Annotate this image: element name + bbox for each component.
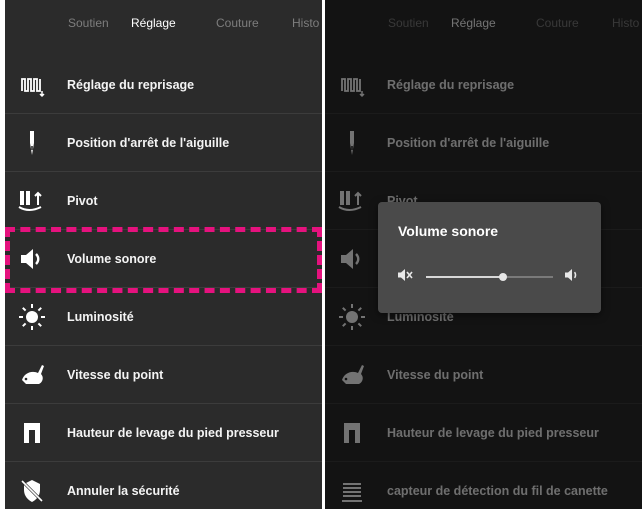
tab-reglage[interactable]: Réglage (131, 16, 176, 30)
tab-couture[interactable]: Couture (216, 16, 259, 30)
settings-item-pivot[interactable]: Pivot (5, 172, 322, 230)
mute-icon[interactable] (396, 266, 414, 284)
presser-foot-icon (16, 417, 48, 449)
brightness-icon (16, 301, 48, 333)
settings-item-label: Vitesse du point (67, 368, 164, 382)
rabbit-speed-icon (16, 359, 48, 391)
settings-item-volume-sonore[interactable]: Volume sonore (5, 230, 322, 288)
settings-item-position-d-arr-t-de-l-aiguille[interactable]: Position d'arrêt de l'aiguille (5, 114, 322, 172)
settings-item-vitesse-du-point[interactable]: Vitesse du point (5, 346, 322, 404)
settings-item-annuler-la-s-curit[interactable]: Annuler la sécurité (5, 462, 322, 509)
volume-slider-fill (426, 276, 504, 278)
tab-bar: Soutien Réglage Couture Histo (5, 0, 322, 50)
darning-icon (16, 69, 48, 101)
tab-soutien[interactable]: Soutien (68, 16, 109, 30)
settings-item-label: Hauteur de levage du pied presseur (67, 426, 279, 440)
settings-panel-right: Soutien Réglage Couture Histo Réglage du… (325, 0, 642, 509)
settings-item-luminosit[interactable]: Luminosité (5, 288, 322, 346)
dialog-title: Volume sonore (398, 223, 499, 239)
volume-dialog: Volume sonore (378, 202, 601, 313)
needle-icon (16, 127, 48, 159)
volume-icon[interactable] (563, 266, 581, 284)
settings-item-label: Annuler la sécurité (67, 484, 180, 498)
settings-item-label: Luminosité (67, 310, 134, 324)
volume-slider-thumb[interactable] (499, 273, 508, 281)
settings-item-label: Position d'arrêt de l'aiguille (67, 136, 230, 150)
security-off-icon (16, 475, 48, 507)
settings-item-hauteur-de-levage-du-pied-presseur[interactable]: Hauteur de levage du pied presseur (5, 404, 322, 462)
pivot-icon (16, 185, 48, 217)
settings-item-label: Réglage du reprisage (67, 78, 195, 92)
speaker-icon (16, 243, 48, 275)
settings-panel-left: Soutien Réglage Couture Histo Réglage du… (5, 0, 322, 509)
settings-item-label: Pivot (67, 194, 98, 208)
settings-item-label: Volume sonore (67, 252, 157, 266)
tab-historique[interactable]: Histo (292, 16, 319, 30)
volume-slider[interactable] (426, 273, 553, 281)
settings-item-r-glage-du-reprisage[interactable]: Réglage du reprisage (5, 56, 322, 114)
